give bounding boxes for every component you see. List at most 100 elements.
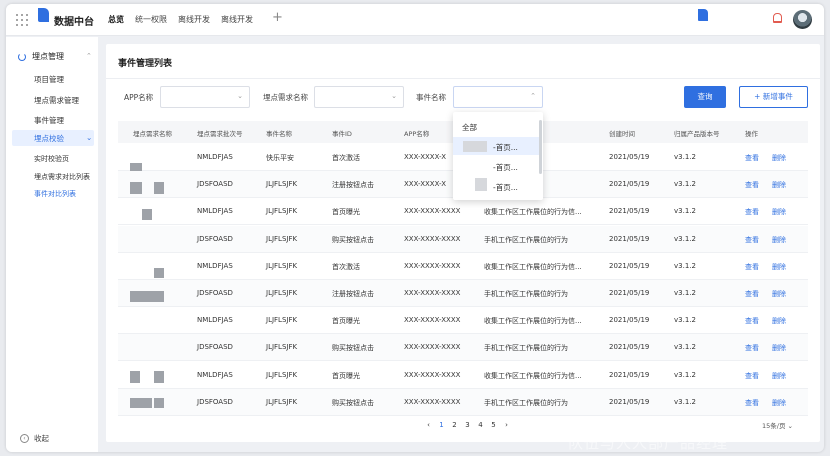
cell-batch: JDSFOASD — [197, 397, 233, 406]
col-req-name: 埋点需求名称 — [133, 130, 172, 138]
sidebar-item-project[interactable]: 项目管理 — [34, 74, 64, 85]
dropdown-option-2[interactable]: -首页... — [493, 162, 518, 173]
page-2[interactable]: 2 — [448, 421, 461, 429]
delete-link[interactable]: 删除 — [772, 343, 786, 353]
sidebar-sub-realtime[interactable]: 实时校验页 — [34, 154, 69, 164]
logo-icon — [38, 8, 49, 22]
page-4[interactable]: 4 — [474, 421, 487, 429]
cell-event-name: JLJFLSJFK — [266, 370, 298, 379]
plus-icon[interactable]: + — [272, 10, 283, 25]
page-1[interactable]: 1 — [435, 421, 448, 429]
redacted-name — [154, 267, 164, 278]
chevron-up-icon: ⌃ — [530, 92, 536, 100]
view-link[interactable]: 查看 — [745, 207, 759, 217]
cell-batch: NMLDFJAS — [197, 261, 233, 270]
cell-created: 2021/05/19 — [609, 234, 650, 243]
view-link[interactable]: 查看 — [745, 371, 759, 381]
event-select[interactable]: ⌃ — [453, 86, 543, 108]
cell-version: v3.1.2 — [674, 261, 696, 270]
sidebar-group-tracking[interactable]: 埋点管理 — [18, 51, 64, 62]
sidebar-item-validation[interactable]: 埋点校验 ⌄ — [12, 130, 94, 146]
nav-overview[interactable]: 总览 — [108, 14, 124, 25]
col-app: APP名称 — [404, 130, 430, 138]
brand-icon — [698, 9, 708, 21]
event-filter-label: 事件名称 — [416, 93, 446, 102]
chevron-up-icon[interactable]: ⌃ — [86, 52, 92, 60]
cell-created: 2021/05/19 — [609, 397, 650, 406]
cell-description: 收集工作区工作展位的行为信... — [484, 208, 582, 217]
sidebar-item-requirements[interactable]: 埋点需求管理 — [34, 95, 79, 106]
cell-batch: NMLDFJAS — [197, 153, 233, 161]
view-link[interactable]: 查看 — [745, 316, 759, 326]
delete-link[interactable]: 删除 — [772, 180, 786, 190]
nav-offline-dev[interactable]: 离线开发 — [178, 14, 210, 25]
nav-offline-dev-2[interactable]: 离线开发 — [221, 14, 253, 25]
view-link[interactable]: 查看 — [745, 343, 759, 353]
cell-batch: NMLDFJAS — [197, 370, 233, 379]
chevron-down-icon: ⌄ — [86, 133, 93, 142]
table-row: JDSFOASD JLJFLSJFK 注册按钮点击 XXX-XXXX-XXXX 手机工作… — [118, 280, 808, 307]
cell-event-id: 首次激活 — [332, 154, 360, 162]
app-select[interactable]: ⌄ — [160, 86, 250, 108]
cell-description: 手机工作区工作展位的行为 — [484, 235, 568, 244]
cell-created: 2021/05/19 — [609, 343, 650, 352]
view-link[interactable]: 查看 — [745, 262, 759, 272]
view-link[interactable]: 查看 — [745, 398, 759, 408]
view-link[interactable]: 查看 — [745, 180, 759, 190]
nav-permissions[interactable]: 统一权限 — [135, 14, 167, 25]
table-row: JDSFOASD JLJFLSJFK 购买按钮点击 XXX-XXXX-XXXX 手机工作… — [118, 225, 808, 253]
table-row: NMLDFJAS JLJFLSJFK 首次激活 XXX-XXXX-XXXX 收集工作区工… — [118, 253, 808, 280]
query-button[interactable]: 查询 — [684, 86, 726, 108]
sidebar-item-events[interactable]: 事件管理 — [34, 115, 64, 126]
col-event-id: 事件ID — [332, 130, 352, 138]
cell-event-name: JLJFLSJFK — [266, 234, 298, 243]
sidebar-sub-req-compare[interactable]: 埋点需求对比列表 — [34, 172, 90, 182]
page-5[interactable]: 5 — [487, 421, 500, 429]
cell-app: XXX-XXXX-X — [404, 180, 447, 189]
cell-version: v3.1.2 — [674, 180, 696, 189]
cell-version: v3.1.2 — [674, 234, 696, 243]
delete-link[interactable]: 删除 — [772, 398, 786, 408]
next-page-icon[interactable]: › — [500, 421, 513, 429]
cell-app: XXX-XXXX-XXXX — [404, 316, 461, 325]
delete-link[interactable]: 删除 — [772, 153, 786, 163]
redacted-name — [130, 182, 142, 195]
cell-created: 2021/05/19 — [609, 289, 650, 297]
grid-icon[interactable] — [16, 14, 28, 26]
redacted-name — [142, 209, 152, 221]
watermark: 队伍与人人部产品经理 — [568, 434, 729, 452]
delete-link[interactable]: 删除 — [772, 316, 786, 326]
cell-version: v3.1.2 — [674, 343, 696, 352]
view-link[interactable]: 查看 — [745, 235, 759, 245]
sidebar-sub-event-compare[interactable]: 事件对比列表 — [34, 189, 76, 199]
cell-version: v3.1.2 — [674, 289, 696, 297]
page-size-select[interactable]: 15条/页 ⌄ — [762, 420, 793, 430]
prev-page-icon[interactable]: ‹ — [422, 421, 435, 429]
page-3[interactable]: 3 — [461, 421, 474, 429]
dropdown-option-1[interactable]: -首页... — [493, 142, 518, 153]
divider — [106, 78, 820, 79]
cell-batch: NMLDFJAS — [197, 316, 233, 325]
cell-event-name: 快乐平安 — [266, 154, 294, 162]
delete-link[interactable]: 删除 — [772, 371, 786, 381]
delete-link[interactable]: 删除 — [772, 262, 786, 272]
delete-link[interactable]: 删除 — [772, 289, 786, 299]
view-link[interactable]: 查看 — [745, 289, 759, 299]
top-nav: 总览 统一权限 离线开发 离线开发 — [108, 14, 264, 25]
collapse-button[interactable]: ‹ 收起 — [20, 433, 49, 444]
req-select[interactable]: ⌄ — [314, 86, 404, 108]
avatar[interactable] — [793, 10, 812, 29]
dropdown-option-all[interactable]: 全部 — [462, 122, 477, 133]
dropdown-scrollbar[interactable] — [539, 120, 542, 174]
view-link[interactable]: 查看 — [745, 153, 759, 163]
page-title: 事件管理列表 — [118, 59, 173, 69]
cell-event-id: 首页曝光 — [332, 208, 360, 217]
delete-link[interactable]: 删除 — [772, 235, 786, 245]
dropdown-option-3[interactable]: -首页... — [493, 182, 518, 193]
cell-event-name: JLJFLSJFK — [266, 261, 298, 270]
add-event-button[interactable]: + 新增事件 — [739, 86, 808, 108]
bell-icon[interactable] — [773, 13, 782, 23]
delete-link[interactable]: 删除 — [772, 207, 786, 217]
app-title: 数据中台 — [54, 17, 94, 28]
cell-description: 手机工作区工作展位的行为 — [484, 344, 568, 353]
